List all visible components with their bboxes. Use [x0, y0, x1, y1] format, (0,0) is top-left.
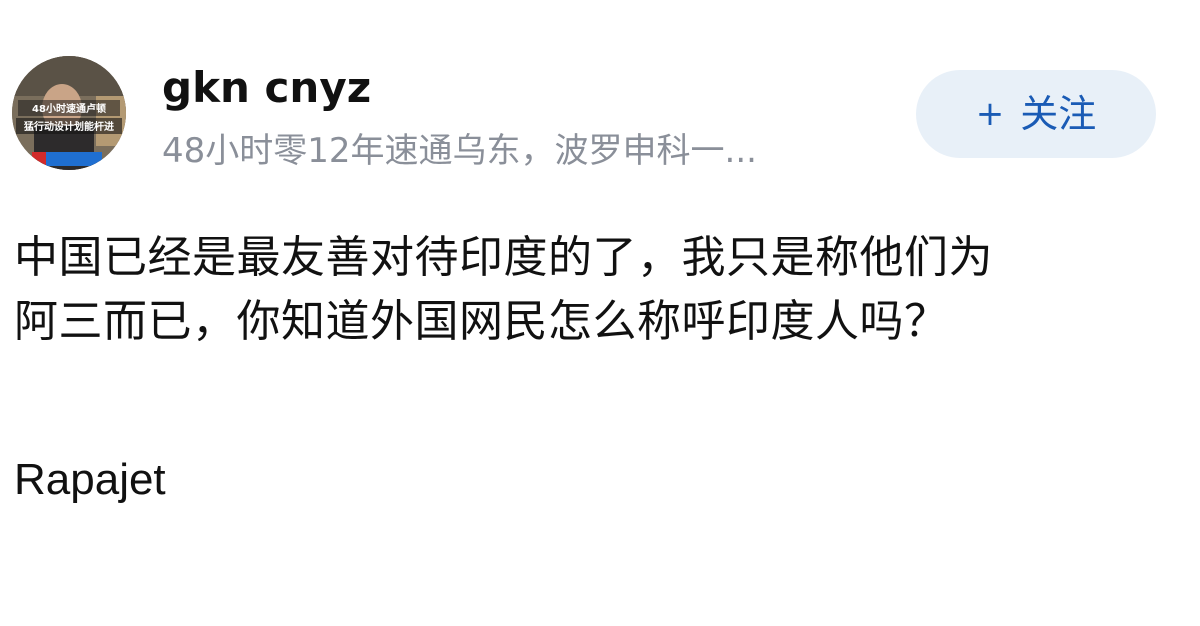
post-line: 阿三而已，你知道外国网民怎么称呼印度人吗？: [14, 296, 949, 347]
avatar[interactable]: 48小时速通卢顿 猛行动设计划能杆进: [12, 56, 126, 170]
post-line: 中国已经是最友善对待印度的了，我只是称他们为: [14, 232, 993, 283]
post-card: 48小时速通卢顿 猛行动设计划能杆进 gkn cnyz 48小时零12年速通乌东…: [0, 0, 1200, 626]
avatar-caption-bottom: 猛行动设计划能杆进: [23, 120, 114, 133]
avatar-image: 48小时速通卢顿 猛行动设计划能杆进: [12, 56, 126, 170]
post-text: 中国已经是最友善对待印度的了，我只是称他们为 阿三而已，你知道外国网民怎么称呼印…: [14, 226, 1186, 354]
avatar-caption-top: 48小时速通卢顿: [32, 102, 106, 115]
follow-label: 关注: [1020, 92, 1097, 136]
post-extra-text: Rapajet: [14, 455, 166, 504]
plus-icon: +: [975, 94, 1005, 134]
author-name[interactable]: gkn cnyz: [162, 60, 371, 116]
author-bio: 48小时零12年速通乌东，波罗申科一...: [162, 131, 757, 171]
follow-button[interactable]: + 关注: [916, 70, 1156, 158]
